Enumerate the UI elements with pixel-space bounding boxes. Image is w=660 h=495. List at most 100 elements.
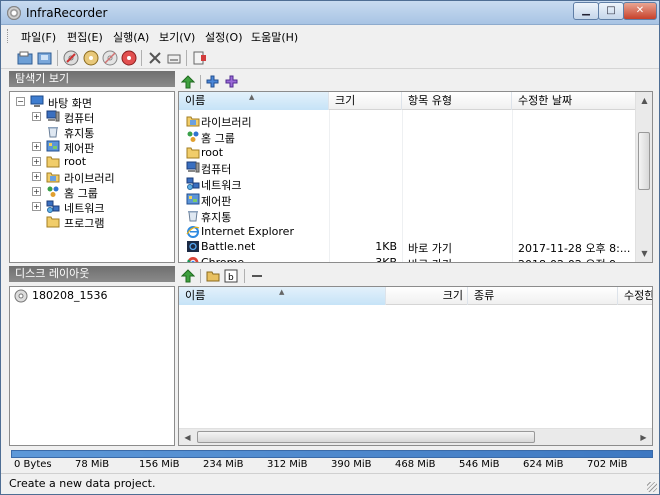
tools-icon[interactable] [147, 50, 163, 66]
disc-project-tree: 180208_1536 [9, 286, 175, 446]
toolbar-separator [244, 269, 245, 283]
device-icon[interactable] [166, 50, 182, 66]
explorer-header: 탐색기 보기 [9, 71, 175, 87]
explorer-tree: − 바탕 화면 + 컴퓨터 휴지통 + 제어판 + root + 라이브러리 + 홈 그룹 + 네트워크프로… [9, 91, 175, 263]
tree-item-label: 프로그램 [64, 217, 105, 230]
capacity-mark: 234 MiB [203, 459, 244, 470]
capacity-mark: 390 MiB [331, 459, 372, 470]
collapse-icon[interactable]: − [16, 97, 25, 106]
scroll-up-icon[interactable]: ▲ [636, 92, 652, 109]
file-row[interactable]: 휴지통 [179, 208, 639, 224]
file-row[interactable]: Internet Explorer [179, 224, 639, 239]
file-name: Chrome [201, 256, 245, 263]
add-all-icon[interactable] [225, 75, 238, 88]
expand-icon[interactable]: + [32, 157, 41, 166]
burn-image-icon[interactable] [63, 50, 79, 66]
homegroup-icon [186, 130, 200, 143]
toolbar-separator [200, 75, 201, 89]
disc-list-horizontal-scrollbar[interactable]: ◀ ▶ [179, 428, 652, 445]
menu-file[interactable]: 파일(F) [21, 29, 56, 45]
file-name: 네트워크 [201, 179, 242, 193]
file-row[interactable]: 라이브러리 [179, 113, 639, 129]
folder-icon [46, 215, 60, 228]
add-icon[interactable] [206, 75, 219, 88]
menu-actions[interactable]: 실행(A) [113, 29, 149, 45]
menu-options[interactable]: 설정(O) [205, 29, 242, 45]
file-row[interactable]: 홈 그룹 [179, 129, 639, 145]
menu-edit[interactable]: 편집(E) [67, 29, 103, 45]
tree-item-control-panel[interactable]: + 제어판 [10, 139, 174, 155]
toolbar-separator [186, 50, 187, 66]
scroll-down-icon[interactable]: ▼ [636, 245, 652, 262]
expand-icon[interactable]: + [32, 112, 41, 121]
expand-icon[interactable]: + [32, 172, 41, 181]
rename-icon[interactable]: b [224, 269, 238, 283]
column-size[interactable]: 크기 [386, 287, 468, 305]
folder-icon [186, 146, 200, 159]
new-project-icon[interactable] [17, 50, 33, 66]
file-row[interactable]: 네트워크 [179, 176, 639, 193]
file-row[interactable]: root [179, 145, 639, 160]
expand-icon[interactable]: + [32, 142, 41, 151]
file-row[interactable]: 컴퓨터 [179, 160, 639, 176]
disc-capacity-bar [11, 450, 653, 458]
capacity-mark: 624 MiB [523, 459, 564, 470]
main-toolbar [1, 47, 659, 69]
tree-item-desktop[interactable]: − 바탕 화면 [10, 94, 174, 110]
status-text: Create a new data project. [9, 477, 156, 490]
up-arrow-icon[interactable] [181, 75, 195, 89]
tree-item-folder[interactable]: + root [10, 154, 174, 169]
tree-item-library[interactable]: + 라이브러리 [10, 169, 174, 185]
column-type[interactable]: 항목 유형 [402, 92, 512, 110]
up-arrow-icon[interactable] [181, 269, 195, 283]
exit-icon[interactable] [192, 50, 208, 66]
column-size[interactable]: 크기 [329, 92, 402, 110]
scroll-right-icon[interactable]: ▶ [635, 429, 652, 445]
capacity-mark: 0 Bytes [14, 459, 52, 470]
file-row[interactable]: Chrome 3KB 바로 가기 2018-02-02 오전 9:... [179, 255, 639, 263]
folder-icon [46, 155, 60, 168]
tree-item-homegroup[interactable]: + 홈 그룹 [10, 184, 174, 200]
file-row[interactable]: 제어판 [179, 192, 639, 208]
app-window: InfraRecorder ▁ □ ✕ 파일(F) 편집(E) 실행(A) 보기… [0, 0, 660, 495]
expand-icon[interactable]: + [32, 187, 41, 196]
menu-bar: 파일(F) 편집(E) 실행(A) 보기(V) 설정(O) 도움말(H) [1, 26, 659, 46]
expand-icon[interactable]: + [32, 202, 41, 211]
library-icon [46, 170, 60, 183]
desktop-icon [30, 95, 44, 108]
column-modified[interactable]: 수정한 날짜 [512, 92, 639, 110]
menu-view[interactable]: 보기(V) [159, 29, 195, 45]
file-list-vertical-scrollbar[interactable]: ▲ ▼ [635, 92, 652, 262]
maximize-button[interactable]: □ [598, 2, 624, 20]
control-panel-icon [46, 140, 60, 153]
sort-ascending-icon: ▲ [279, 288, 285, 296]
recycle-bin-icon [46, 125, 60, 138]
resize-grip-icon[interactable] [647, 482, 657, 492]
copy-disc-icon[interactable] [83, 50, 99, 66]
column-type[interactable]: 종류 [468, 287, 618, 305]
new-folder-icon[interactable] [206, 269, 220, 283]
scroll-thumb[interactable] [638, 132, 650, 190]
capacity-mark: 702 MiB [587, 459, 628, 470]
menu-help[interactable]: 도움말(H) [251, 29, 298, 45]
tree-item-network[interactable]: + 네트워크 [10, 199, 174, 215]
minimize-button[interactable]: ▁ [573, 2, 599, 20]
file-row[interactable]: Battle.net 1KB 바로 가기 2017-11-28 오후 8:... [179, 239, 639, 255]
tree-item-recycle-bin[interactable]: 휴지통 [10, 124, 174, 140]
disc-project-name[interactable]: 180208_1536 [30, 289, 110, 302]
erase-disc-icon[interactable] [102, 50, 118, 66]
open-project-icon[interactable] [37, 50, 53, 66]
scroll-left-icon[interactable]: ◀ [179, 429, 196, 445]
chrome-icon [186, 256, 200, 262]
tree-item-folder[interactable]: 프로그램 [10, 214, 174, 230]
close-button[interactable]: ✕ [623, 2, 657, 20]
remove-icon[interactable] [250, 269, 264, 283]
menubar-grip [7, 29, 10, 43]
computer-icon [186, 161, 200, 174]
scroll-thumb[interactable] [197, 431, 535, 443]
window-title: InfraRecorder [26, 6, 108, 20]
column-modified[interactable]: 수정한 [618, 287, 652, 305]
computer-icon [46, 110, 60, 123]
disc-info-icon[interactable] [121, 50, 137, 66]
tree-item-computer[interactable]: + 컴퓨터 [10, 109, 174, 125]
